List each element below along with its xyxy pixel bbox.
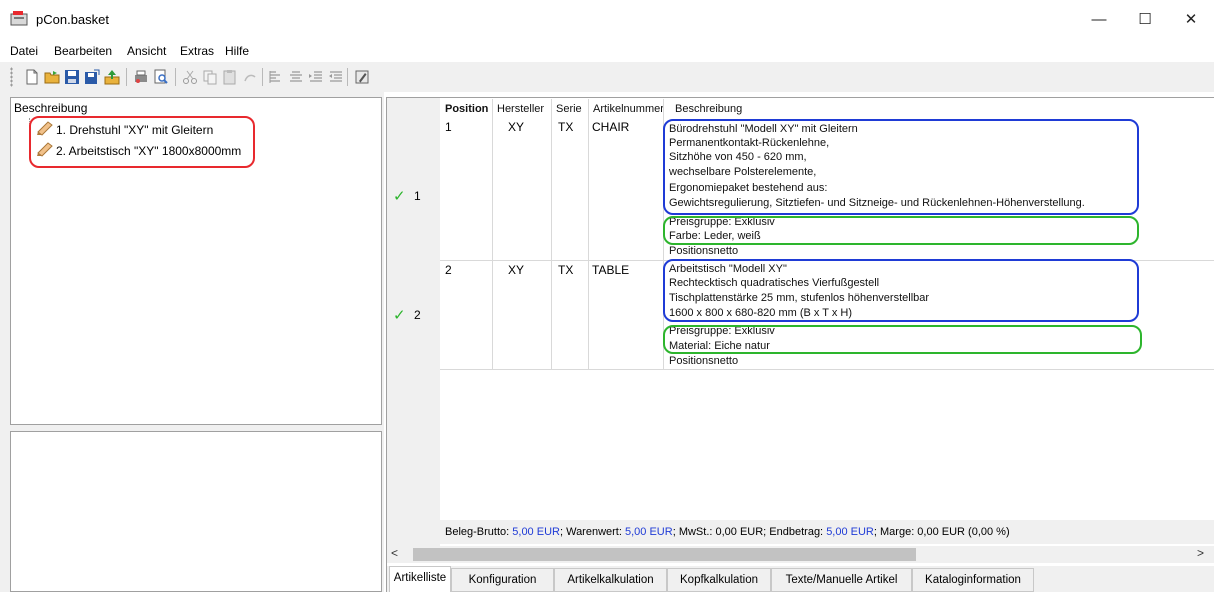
paste-icon[interactable]: [222, 69, 238, 85]
scroll-right-arrow[interactable]: >: [1197, 546, 1204, 560]
highlight-green-box: [663, 325, 1142, 354]
new-icon[interactable]: [24, 69, 40, 85]
toolbar-separator: [262, 68, 263, 86]
grid-line: [588, 99, 589, 369]
toolbar-separator: [175, 68, 176, 86]
tab-artikelkalkulation[interactable]: Artikelkalkulation: [554, 568, 667, 592]
tree-header: Beschreibung: [14, 101, 88, 115]
endbetrag-value: 5,00 EUR: [826, 526, 874, 538]
edit-icon[interactable]: [354, 69, 370, 85]
position-net-label: Positionsnetto: [669, 355, 739, 367]
window-title: pCon.basket: [36, 12, 109, 27]
undo-icon[interactable]: [242, 69, 258, 85]
toolbar-grip[interactable]: [10, 67, 13, 87]
grid-line: [551, 99, 552, 369]
col-artikelnummer[interactable]: Artikelnummer: [593, 103, 664, 115]
row-label: 2: [414, 308, 421, 322]
marge-value: Marge: 0,00 EUR (0,00 %): [880, 526, 1010, 538]
col-beschreibung[interactable]: Beschreibung: [675, 103, 742, 115]
mwst-value: MwSt.: 0,00 EUR: [678, 526, 764, 538]
summary-separator: ;: [763, 526, 767, 538]
brutto-value: 5,00 EUR: [512, 526, 560, 538]
tab-texte-manuelle-artikel[interactable]: Texte/Manuelle Artikel: [771, 568, 912, 592]
cell-serie[interactable]: TX: [558, 263, 573, 277]
tab-kopfkalkulation[interactable]: Kopfkalkulation: [667, 568, 771, 592]
summary-text: Beleg-Brutto: 5,00 EUR; Warenwert: 5,00 …: [445, 526, 1010, 538]
cell-hersteller[interactable]: XY: [508, 120, 524, 134]
cell-hersteller[interactable]: XY: [508, 263, 524, 277]
col-position[interactable]: Position: [445, 103, 492, 115]
app-icon: [10, 11, 28, 26]
tab-kataloginformation[interactable]: Kataloginformation: [912, 568, 1034, 592]
close-button[interactable]: ✕: [1168, 0, 1214, 40]
warenwert-value: 5,00 EUR: [624, 526, 673, 538]
col-hersteller[interactable]: Hersteller: [497, 103, 544, 115]
cell-position[interactable]: 1: [445, 120, 452, 134]
minimize-button[interactable]: —: [1076, 0, 1122, 40]
toolbar-separator: [347, 68, 348, 86]
col-serie[interactable]: Serie: [556, 103, 582, 115]
open-icon[interactable]: [44, 69, 60, 85]
cell-artikelnummer[interactable]: CHAIR: [592, 120, 629, 134]
menu-hilfe[interactable]: Hilfe: [225, 44, 249, 58]
cell-position[interactable]: 2: [445, 263, 452, 277]
preview-icon[interactable]: [153, 69, 169, 85]
export-icon[interactable]: [104, 69, 120, 85]
position-net-label: Positionsnetto: [669, 245, 739, 257]
cell-artikelnummer[interactable]: TABLE: [592, 263, 629, 277]
tab-artikelliste[interactable]: Artikelliste: [389, 566, 451, 592]
menu-ansicht[interactable]: Ansicht: [127, 44, 166, 58]
highlight-blue-box: [663, 119, 1139, 215]
copy-icon[interactable]: [202, 69, 218, 85]
menu-datei[interactable]: Datei: [10, 44, 38, 58]
menu-extras[interactable]: Extras: [180, 44, 214, 58]
properties-panel[interactable]: [10, 431, 382, 592]
check-icon: ✓: [393, 307, 406, 324]
save-as-icon[interactable]: [84, 69, 100, 85]
tab-konfiguration[interactable]: Konfiguration: [451, 568, 554, 592]
scrollbar-thumb[interactable]: [413, 548, 916, 561]
indent-icon[interactable]: [308, 69, 324, 85]
summary-separator: ;: [873, 526, 877, 538]
cut-icon[interactable]: [182, 69, 198, 85]
align-left-icon[interactable]: [268, 69, 284, 85]
highlight-green-box: [663, 216, 1139, 245]
highlight-blue-box: [663, 259, 1139, 322]
cell-serie[interactable]: TX: [558, 120, 573, 134]
align-center-icon[interactable]: [288, 69, 304, 85]
outdent-icon[interactable]: [328, 69, 344, 85]
brutto-label: Beleg-Brutto:: [445, 526, 510, 538]
highlight-red-box: [29, 116, 255, 168]
summary-separator: ;: [559, 526, 564, 538]
grid-line: [440, 369, 1214, 370]
title-bar: [0, 0, 1214, 40]
scroll-left-arrow[interactable]: <: [391, 546, 398, 560]
summary-separator: ;: [672, 526, 676, 538]
endbetrag-label: Endbetrag:: [769, 526, 824, 538]
grid-line: [492, 99, 493, 369]
warenwert-label: Warenwert:: [566, 526, 622, 538]
maximize-button[interactable]: ☐: [1122, 0, 1168, 40]
print-icon[interactable]: [133, 69, 149, 85]
toolbar-separator: [126, 68, 127, 86]
check-icon: ✓: [393, 188, 406, 205]
row-label: 1: [414, 189, 421, 203]
menu-bearbeiten[interactable]: Bearbeiten: [54, 44, 112, 58]
save-icon[interactable]: [64, 69, 80, 85]
